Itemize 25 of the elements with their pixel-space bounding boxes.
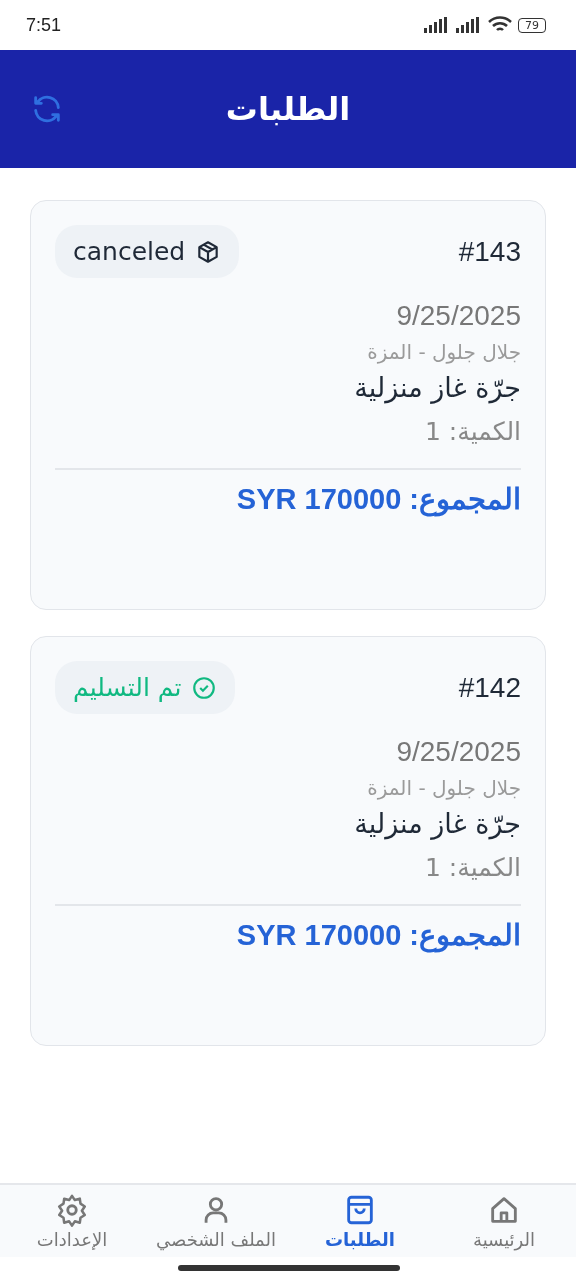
status-badge: تم التسليم — [55, 661, 236, 714]
order-date: 9/25/2025 — [396, 736, 521, 768]
battery-indicator: 79 — [518, 17, 546, 33]
customer-address: جلال جلول - المزة — [366, 340, 521, 364]
order-number: #143 — [458, 235, 521, 268]
quantity-text: الكمية: 1 — [55, 853, 521, 906]
nav-tab[interactable]: الطلبات — [288, 1185, 432, 1257]
check-circle-icon — [191, 674, 218, 701]
settings-icon — [55, 1193, 89, 1227]
order-total: المجموع: SYR 170000 — [235, 918, 521, 952]
nav-tab[interactable]: الإعدادات — [0, 1185, 144, 1257]
nav-tab[interactable]: الملف الشخصي — [144, 1185, 288, 1257]
status-badge: canceled — [55, 225, 240, 278]
customer-address: جلال جلول - المزة — [366, 776, 521, 800]
quantity-text: الكمية: 1 — [55, 417, 521, 470]
status-time: 7:51 — [26, 14, 62, 36]
product-name: جرّة غاز منزلية — [353, 808, 521, 839]
signal-icon — [456, 17, 482, 33]
signal-icon — [424, 17, 450, 33]
nav-tab[interactable]: الرئيسية — [432, 1185, 576, 1257]
order-number: #142 — [458, 671, 521, 704]
product-name: جرّة غاز منزلية — [353, 372, 521, 403]
page-title: الطلبات — [225, 90, 351, 128]
order-total: المجموع: SYR 170000 — [235, 482, 521, 516]
order-date: 9/25/2025 — [396, 300, 521, 332]
